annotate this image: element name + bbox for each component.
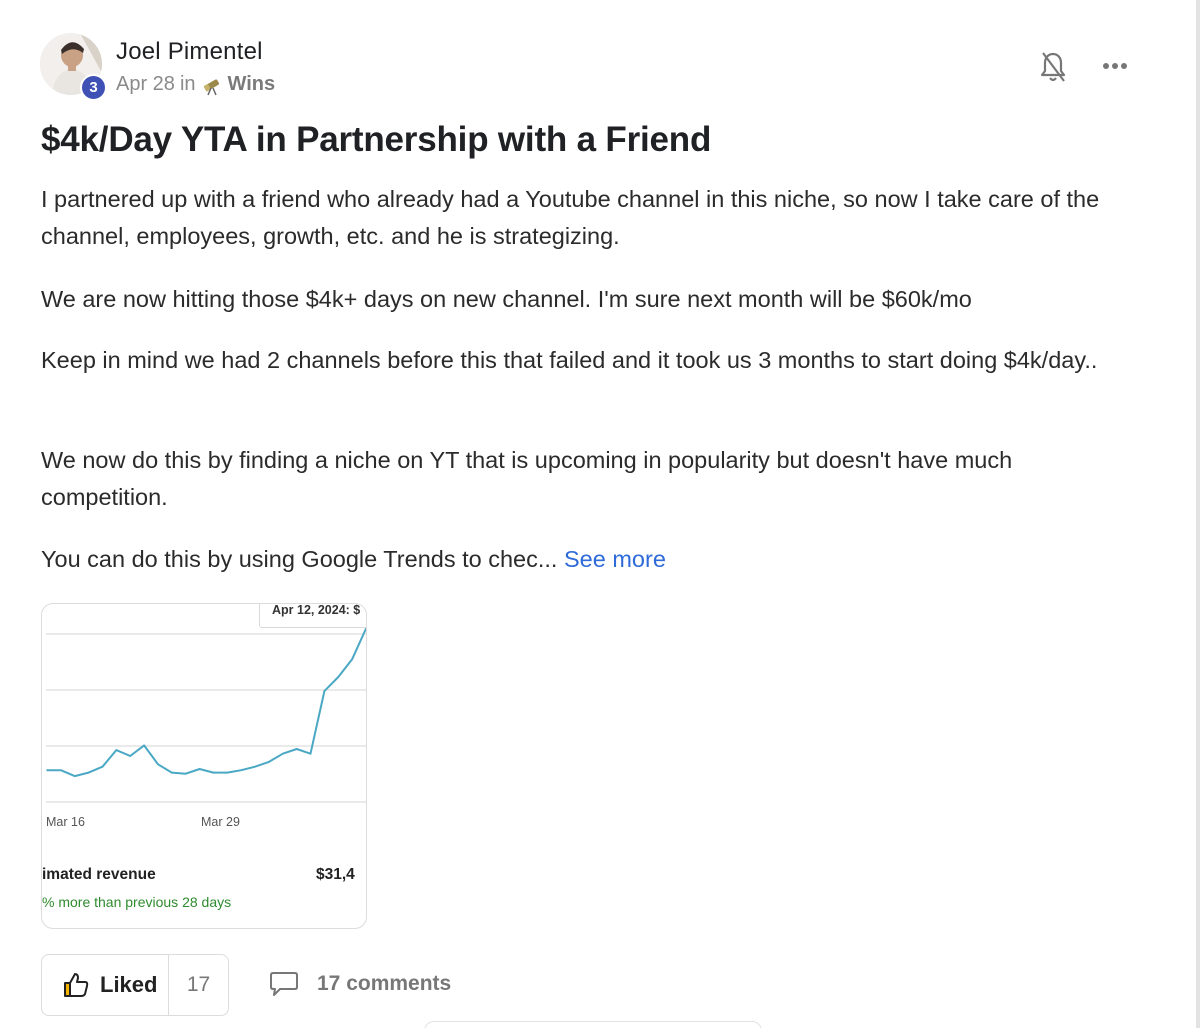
data-point — [115, 749, 118, 751]
page-scrollbar-edge — [1196, 0, 1200, 1028]
more-options-icon[interactable] — [1100, 55, 1130, 75]
post-title[interactable]: $4k/Day YTA in Partnership with a Friend — [41, 120, 711, 160]
data-point — [101, 765, 104, 768]
data-point — [73, 775, 76, 777]
bottom-pill[interactable] — [424, 1021, 762, 1028]
post-paragraph: We now do this by finding a niche on YT … — [41, 447, 1013, 510]
data-point — [198, 768, 201, 770]
data-point — [337, 676, 340, 678]
like-toggle[interactable]: Liked — [42, 955, 169, 1015]
data-point — [184, 772, 187, 775]
data-point — [143, 744, 145, 747]
data-point — [46, 769, 48, 771]
post-meta: Apr 28 in Wins — [116, 73, 275, 96]
chart-tooltip: Apr 12, 2024: $ — [259, 604, 366, 628]
telescope-icon — [203, 78, 219, 95]
data-point — [309, 752, 312, 755]
data-point — [268, 761, 270, 763]
revenue-change: % more than previous 28 days — [42, 894, 232, 910]
data-point — [157, 763, 159, 766]
like-count[interactable]: 17 — [169, 955, 228, 1015]
author-avatar[interactable]: 3 — [40, 33, 107, 101]
comment-icon — [270, 972, 298, 996]
data-point — [226, 771, 229, 774]
post-date[interactable]: Apr 28 — [116, 73, 175, 96]
truncated-text: You can do this by using Google Trends t… — [41, 546, 558, 572]
revenue-series-line — [47, 628, 366, 778]
level-badge: 3 — [80, 74, 107, 101]
category-link[interactable]: Wins — [228, 73, 276, 96]
revenue-value: $31,4 — [316, 866, 355, 883]
data-point — [351, 658, 353, 661]
data-point — [365, 627, 366, 630]
data-point — [87, 771, 90, 774]
revenue-label: imated revenue — [42, 866, 156, 883]
data-point — [254, 765, 256, 768]
post-paragraph: We are now hitting those $4k+ days on ne… — [41, 286, 972, 312]
post-paragraph-truncated: You can do this by using Google Trends t… — [41, 541, 1131, 578]
data-point — [295, 748, 298, 750]
post-paragraph: I partnered up with a friend who already… — [41, 186, 1100, 249]
post-paragraph: Keep in mind we had 2 channels before th… — [41, 347, 1098, 373]
data-point — [240, 769, 242, 771]
meta-in-text: in — [179, 73, 196, 95]
comments-button[interactable]: 17 comments — [269, 970, 451, 998]
post-header: 3 Joel Pimentel Apr 28 in Wins — [40, 33, 1160, 101]
like-button[interactable]: Liked 17 — [41, 954, 229, 1016]
see-more-link[interactable]: See more — [564, 546, 666, 572]
x-tick-label: Mar 29 — [201, 815, 240, 829]
x-tick-label: Mar 16 — [46, 815, 85, 829]
bell-off-icon[interactable] — [1039, 50, 1067, 84]
comments-label: 17 comments — [317, 972, 452, 995]
data-point — [129, 755, 131, 757]
data-point — [212, 771, 215, 774]
author-name[interactable]: Joel Pimentel — [116, 38, 263, 66]
data-point — [323, 690, 326, 692]
thumbs-up-icon — [64, 973, 89, 997]
attached-chart-image[interactable]: Apr 12, 2024: $ Mar 16 Mar 29 imated rev… — [41, 603, 367, 929]
data-point — [282, 752, 284, 755]
data-point — [171, 771, 173, 774]
like-label: Liked — [100, 972, 158, 997]
data-point — [60, 769, 62, 771]
